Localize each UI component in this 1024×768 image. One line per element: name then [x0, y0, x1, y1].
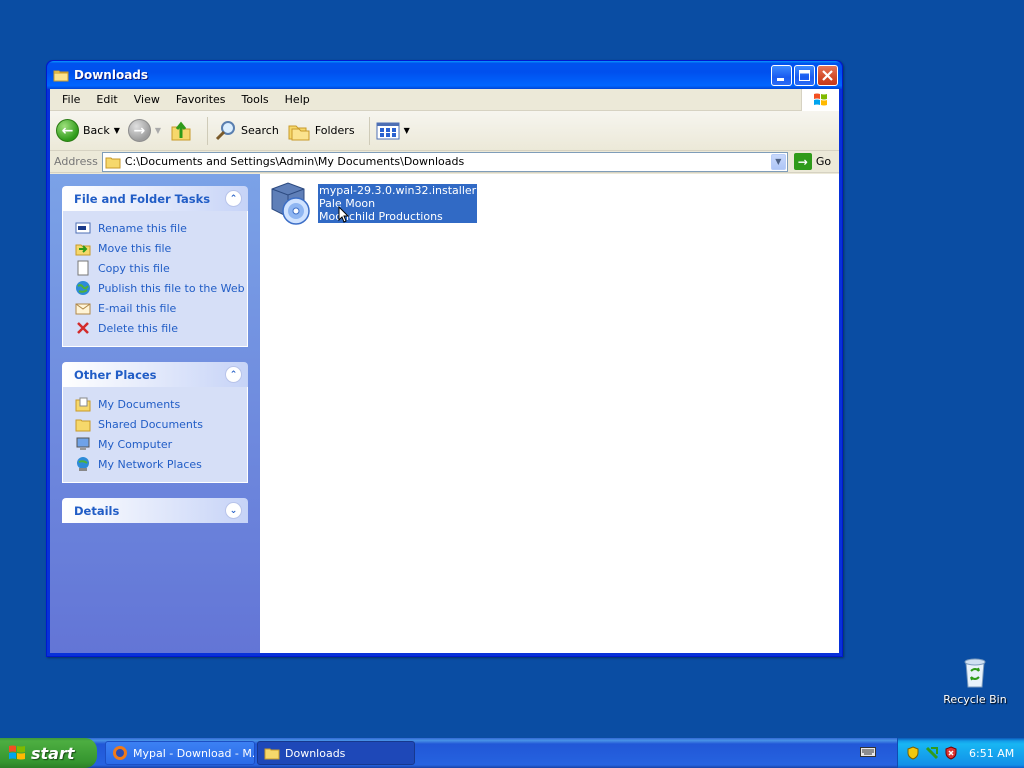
- windows-logo-icon: [801, 89, 839, 111]
- clock[interactable]: 6:51 AM: [969, 747, 1014, 760]
- move-icon: [75, 240, 91, 256]
- maximize-button[interactable]: [794, 65, 815, 86]
- shared-documents-link[interactable]: Shared Documents: [75, 414, 247, 434]
- my-network-places-link[interactable]: My Network Places: [75, 454, 247, 474]
- expand-chevron-icon[interactable]: ⌄: [225, 502, 242, 519]
- network-status-icon[interactable]: [925, 746, 939, 760]
- views-icon: [376, 122, 400, 139]
- file-tasks-header[interactable]: File and Folder Tasks ⌃: [62, 186, 248, 211]
- taskbar-button-browser[interactable]: Mypal - Download - M...: [105, 741, 255, 765]
- network-icon: [75, 456, 91, 472]
- content-area: File and Folder Tasks ⌃ Rename this file…: [50, 174, 839, 653]
- file-name: mypal-29.3.0.win32.installer: [319, 184, 477, 197]
- menu-bar: File Edit View Favorites Tools Help: [50, 89, 839, 111]
- rename-file-link[interactable]: Rename this file: [75, 218, 247, 238]
- computer-icon: [75, 436, 91, 452]
- title-bar[interactable]: Downloads: [47, 61, 842, 89]
- copy-icon: [75, 260, 91, 276]
- folder-icon: [264, 748, 280, 760]
- window-client: File Edit View Favorites Tools Help ← Ba…: [50, 89, 839, 653]
- email-file-link[interactable]: E-mail this file: [75, 298, 247, 318]
- chevron-down-icon[interactable]: ▼: [155, 126, 161, 135]
- folder-up-icon: [171, 121, 191, 140]
- go-button[interactable]: → Go: [793, 153, 831, 170]
- go-arrow-icon: →: [793, 153, 812, 170]
- delete-file-link[interactable]: Delete this file: [75, 318, 247, 338]
- menu-favorites[interactable]: Favorites: [168, 93, 234, 106]
- move-file-link[interactable]: Move this file: [75, 238, 247, 258]
- folder-icon: [53, 68, 69, 82]
- address-dropdown-icon[interactable]: ▼: [770, 153, 786, 170]
- installer-icon[interactable]: [266, 179, 314, 227]
- file-list[interactable]: mypal-29.3.0.win32.installer Pale Moon M…: [260, 174, 839, 653]
- delete-icon: [75, 320, 91, 336]
- menu-file[interactable]: File: [54, 93, 88, 106]
- menu-view[interactable]: View: [126, 93, 168, 106]
- security-shield-icon[interactable]: [906, 746, 920, 760]
- forward-arrow-icon: →: [127, 119, 151, 142]
- recycle-bin-label: Recycle Bin: [943, 693, 1007, 706]
- address-input[interactable]: C:\Documents and Settings\Admin\My Docum…: [101, 151, 788, 172]
- menu-edit[interactable]: Edit: [88, 93, 125, 106]
- folders-icon: [288, 125, 310, 140]
- taskbar-button-downloads[interactable]: Downloads: [257, 741, 415, 765]
- file-folder-tasks-panel: File and Folder Tasks ⌃ Rename this file…: [62, 186, 248, 347]
- folder-icon: [105, 157, 121, 168]
- toolbar-divider: [207, 116, 209, 145]
- toolbar: ← Back ▼ → ▼ Search Folders ▼: [50, 111, 839, 151]
- browser-icon: [113, 746, 127, 760]
- other-places-header[interactable]: Other Places ⌃: [62, 362, 248, 387]
- menu-tools[interactable]: Tools: [234, 93, 277, 106]
- other-places-panel: Other Places ⌃ My Documents Shared Docum…: [62, 362, 248, 483]
- menu-help[interactable]: Help: [277, 93, 318, 106]
- address-path: C:\Documents and Settings\Admin\My Docum…: [124, 155, 465, 168]
- rename-icon: [75, 220, 91, 236]
- windows-logo-icon: [9, 745, 25, 760]
- recycle-bin-icon: [964, 658, 986, 688]
- views-button[interactable]: ▼: [376, 121, 410, 141]
- address-label: Address: [54, 155, 98, 168]
- back-arrow-icon: ←: [56, 119, 79, 142]
- close-button[interactable]: [817, 65, 838, 86]
- folders-button[interactable]: Folders: [287, 119, 355, 143]
- collapse-chevron-icon[interactable]: ⌃: [225, 366, 242, 383]
- collapse-chevron-icon[interactable]: ⌃: [225, 190, 242, 207]
- search-icon: [215, 120, 236, 140]
- copy-file-link[interactable]: Copy this file: [75, 258, 247, 278]
- my-documents-link[interactable]: My Documents: [75, 394, 247, 414]
- search-button[interactable]: Search: [214, 119, 279, 143]
- my-computer-link[interactable]: My Computer: [75, 434, 247, 454]
- up-button[interactable]: [169, 119, 193, 143]
- keyboard-icon[interactable]: [860, 745, 876, 759]
- explorer-window: Downloads File Edit View Favorites Tools…: [46, 60, 843, 657]
- email-icon: [75, 300, 91, 316]
- globe-icon: [75, 280, 91, 296]
- folder-icon: [75, 416, 91, 432]
- minimize-button[interactable]: [771, 65, 792, 86]
- mouse-cursor-icon: [338, 206, 350, 223]
- start-button[interactable]: start: [0, 738, 97, 768]
- task-pane: File and Folder Tasks ⌃ Rename this file…: [50, 174, 260, 653]
- my-documents-icon: [75, 396, 91, 412]
- recycle-bin-desktop-icon[interactable]: Recycle Bin: [940, 655, 1010, 706]
- forward-button[interactable]: → ▼: [127, 119, 161, 142]
- details-panel: Details ⌄: [62, 498, 248, 523]
- publish-file-link[interactable]: Publish this file to the Web: [75, 278, 247, 298]
- window-title: Downloads: [74, 68, 149, 82]
- security-alert-icon[interactable]: [944, 746, 958, 760]
- back-button[interactable]: ← Back ▼: [56, 119, 120, 142]
- chevron-down-icon[interactable]: ▼: [404, 126, 410, 135]
- system-tray: 6:51 AM: [897, 738, 1024, 768]
- details-header[interactable]: Details ⌄: [62, 498, 248, 523]
- address-bar: Address C:\Documents and Settings\Admin\…: [50, 151, 839, 173]
- chevron-down-icon[interactable]: ▼: [114, 126, 120, 135]
- toolbar-divider: [368, 116, 370, 145]
